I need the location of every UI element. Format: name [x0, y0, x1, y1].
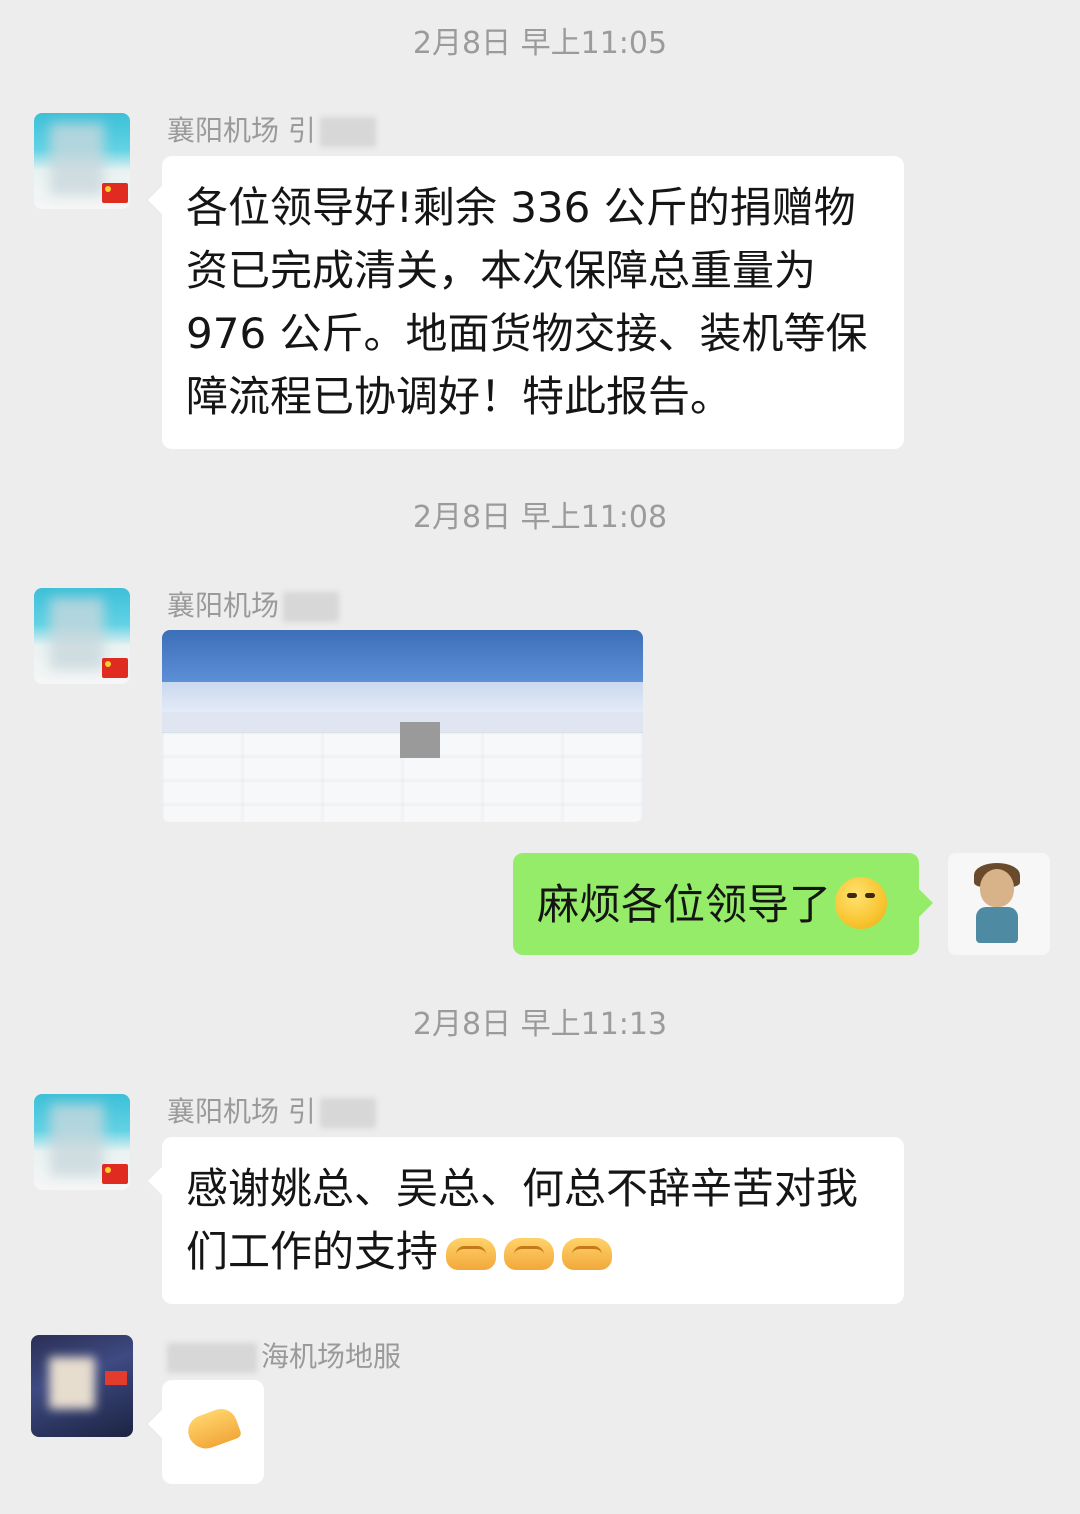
avatar[interactable]	[34, 1094, 130, 1190]
flag-icon	[102, 183, 128, 203]
sender-name: 襄阳机场 引	[167, 1095, 376, 1129]
thinking-face-icon	[835, 877, 888, 929]
timestamp: 2月8日 早上11:05	[412, 26, 668, 61]
message-text: 麻烦各位领导了	[537, 880, 832, 929]
handshake-icon	[504, 1238, 555, 1270]
avatar[interactable]	[31, 1335, 133, 1437]
image-message[interactable]	[162, 630, 643, 822]
sticker-message[interactable]	[148, 1380, 264, 1484]
handshake-icon	[562, 1238, 613, 1270]
message-bubble[interactable]: 各位领导好!剩余 336 公斤的捐赠物资已完成清关，本次保障总重量为976 公斤…	[148, 156, 904, 449]
sender-name: 海机场地服	[167, 1340, 401, 1374]
ok-hand-icon	[183, 1404, 243, 1454]
avatar[interactable]	[34, 588, 130, 684]
avatar[interactable]	[34, 113, 130, 209]
sender-name: 襄阳机场	[167, 589, 340, 623]
self-avatar[interactable]	[948, 853, 1050, 955]
timestamp: 2月8日 早上11:08	[412, 500, 668, 535]
message-bubble-outgoing[interactable]: 麻烦各位领导了	[513, 853, 933, 955]
handshake-icon	[446, 1238, 497, 1270]
message-text: 各位领导好!剩余 336 公斤的捐赠物资已完成清关，本次保障总重量为976 公斤…	[186, 183, 868, 421]
timestamp: 2月8日 早上11:13	[412, 1007, 668, 1042]
flag-icon	[102, 1164, 128, 1184]
sender-name: 襄阳机场 引	[167, 114, 376, 148]
flag-icon	[102, 658, 128, 678]
message-bubble[interactable]: 感谢姚总、吴总、何总不辞辛苦对我们工作的支持	[148, 1137, 904, 1304]
